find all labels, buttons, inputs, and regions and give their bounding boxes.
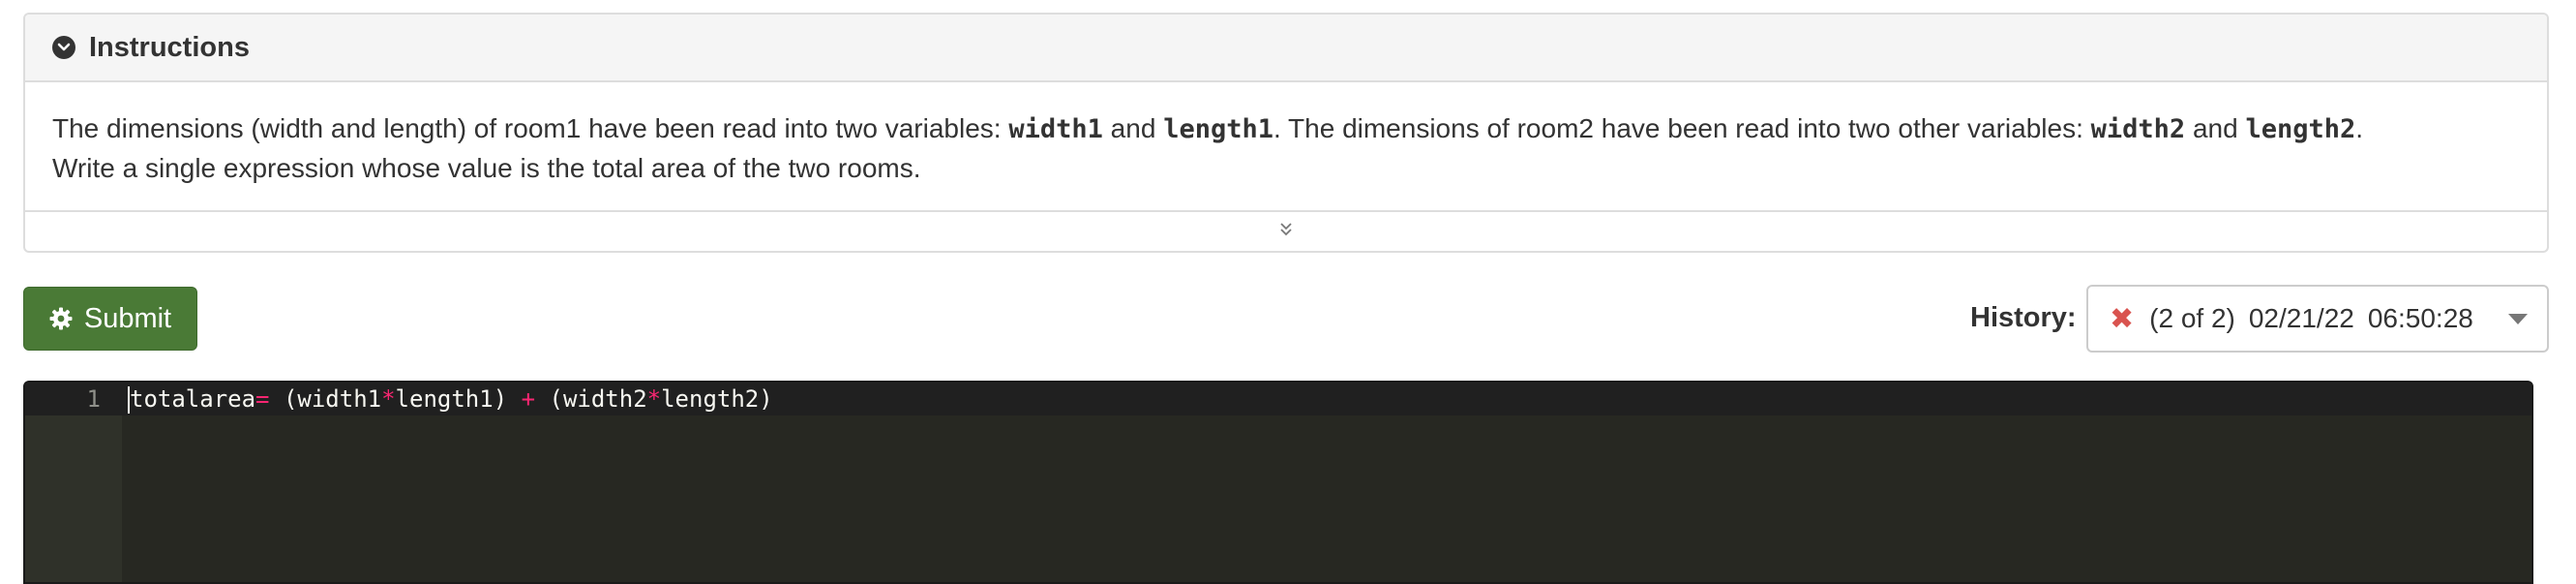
instructions-text: Write a single expression whose value is… [52,153,921,183]
code-token-text: length1) [395,385,522,413]
variables-term: variables [1967,113,2077,143]
history-time: 06:50:28 [2367,303,2473,333]
history-date: 02/21/22 [2248,303,2354,333]
code-token-operator: * [381,385,396,413]
instructions-text: and [1102,113,1164,143]
code-token-text: (width1 [269,385,382,413]
chevron-circle-down-icon[interactable] [52,36,75,59]
var-width1: width1 [1008,114,1103,144]
instructions-text: The dimensions (width and length) of roo… [52,113,885,143]
instructions-text: . [2355,113,2364,143]
instructions-text: and [2185,113,2246,143]
variables-term: variables [884,113,994,143]
instructions-body: The dimensions (width and length) of roo… [25,82,2547,216]
history-index: (2 of 2) [2149,303,2235,333]
history-label: History: [1970,302,2077,333]
var-length2: length2 [2245,114,2356,144]
code-editor[interactable]: 1 totalarea= (width1*length1) + (width2*… [23,381,2533,584]
instructions-header[interactable]: Instructions [25,15,2547,82]
var-length1: length1 [1163,114,1273,144]
instructions-expand-toggle[interactable] [25,210,2547,251]
instructions-text: . The dimensions of room2 have been read… [1273,113,1968,143]
gear-icon [49,307,73,330]
history-dropdown[interactable]: ✖ (2 of 2) 02/21/22 06:50:28 [2086,285,2549,353]
caret-down-icon[interactable] [2508,314,2528,324]
instructions-text: : [2076,113,2091,143]
instructions-title: Instructions [89,31,250,63]
code-token-operator: * [646,385,662,413]
instructions-panel: Instructions The dimensions (width and l… [23,13,2549,253]
code-line[interactable]: totalarea= (width1*length1) + (width2*le… [128,383,773,415]
line-number: 1 [86,385,101,413]
submit-button[interactable]: Submit [23,287,197,351]
code-token-operator: + [521,385,536,413]
double-chevron-down-icon[interactable] [1278,221,1294,243]
var-width2: width2 [2090,114,2186,144]
x-icon: ✖ [2110,302,2135,335]
code-token-text: (width2 [535,385,647,413]
code-token-identifier: totalarea [130,385,256,413]
code-token-operator: = [255,385,270,413]
submit-label: Submit [83,302,172,334]
instructions-text: : [993,113,1009,143]
code-token-text: length2) [661,385,773,413]
